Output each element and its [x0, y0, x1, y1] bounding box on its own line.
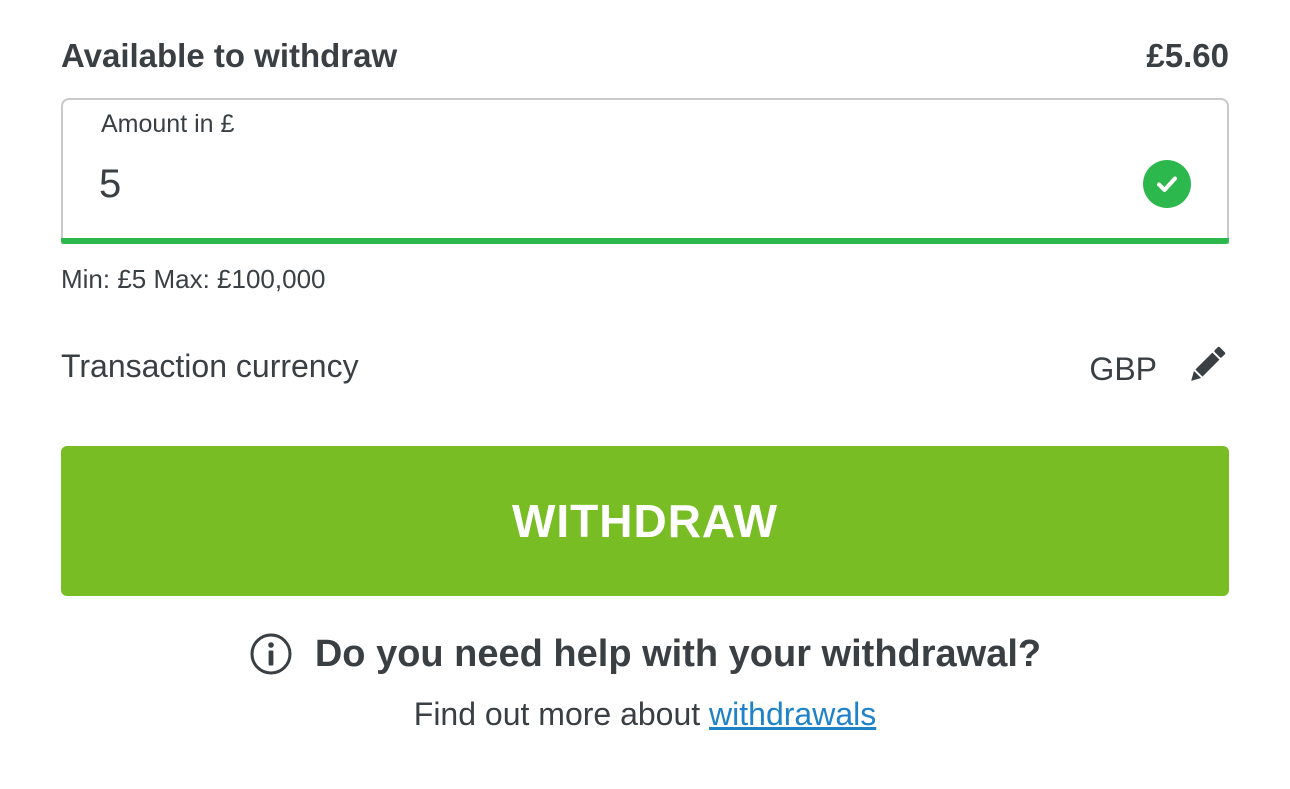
currency-value: GBP [1089, 350, 1157, 387]
amount-input[interactable] [99, 162, 1099, 207]
currency-label: Transaction currency [61, 347, 359, 384]
available-balance-row: Available to withdraw £5.60 [61, 30, 1229, 82]
help-heading: Do you need help with your withdrawal? [0, 622, 1290, 686]
amount-valid-underline [61, 238, 1229, 244]
amount-limits: Min: £5 Max: £100,000 [61, 264, 326, 294]
amount-field[interactable]: Amount in £ [61, 98, 1229, 244]
find-out-more: Find out more about withdrawals [0, 696, 1290, 742]
withdraw-form: Available to withdraw £5.60 Amount in £ … [0, 0, 1290, 789]
check-circle-icon [1143, 160, 1191, 208]
pencil-icon[interactable] [1183, 343, 1229, 389]
withdrawals-link[interactable]: withdrawals [709, 696, 876, 732]
help-title: Do you need help with your withdrawal? [314, 632, 1042, 675]
info-icon [250, 633, 292, 675]
transaction-currency-row: Transaction currency GBP [61, 336, 1229, 396]
available-amount: £5.60 [1146, 37, 1229, 74]
withdraw-button[interactable]: WITHDRAW [61, 446, 1229, 596]
currency-selector[interactable]: GBP [1089, 343, 1229, 389]
available-label: Available to withdraw [61, 37, 398, 74]
amount-field-label: Amount in £ [101, 110, 235, 138]
find-out-more-text: Find out more about [413, 696, 710, 732]
